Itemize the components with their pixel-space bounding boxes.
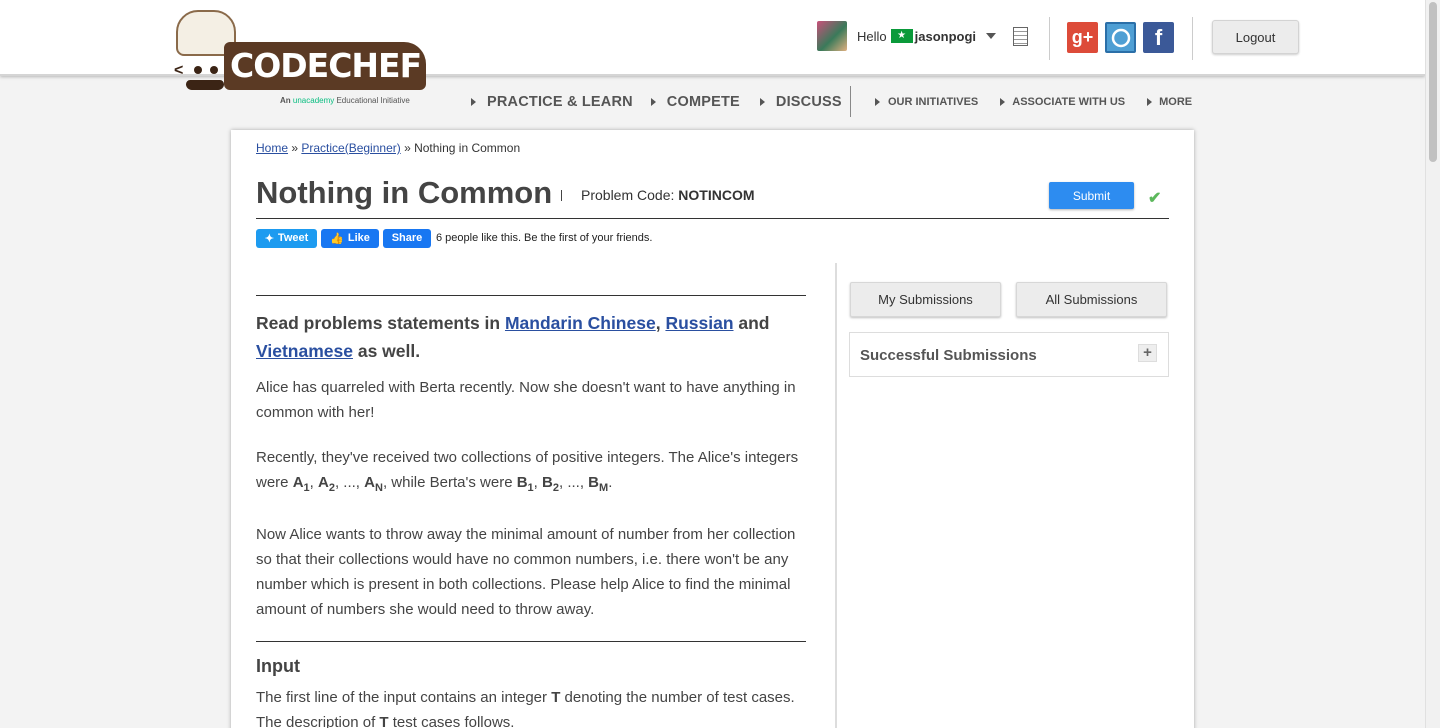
logo-wordmark: CODECHEF [224,42,426,90]
link-mandarin[interactable]: Mandarin Chinese [505,313,656,333]
input-paragraph: The first line of the input contains an … [256,689,795,728]
title-underline [256,218,1169,219]
nav-divider [850,86,851,117]
input-heading: Input [256,656,300,676]
notes-icon[interactable] [1013,27,1028,46]
nav-compete[interactable]: COMPETE [650,94,740,110]
breadcrumb-practice[interactable]: Practice(Beginner) [301,141,400,155]
caret-right-icon [759,98,765,106]
caret-right-icon [471,98,476,106]
caret-right-icon [1147,98,1153,106]
username[interactable]: jasonpogi [915,29,976,44]
statement-paragraph-1: Alice has quarreled with Berta recently.… [256,379,796,421]
user-menu[interactable]: Hello ★ jasonpogi [817,21,997,51]
page-title: Nothing in Common [256,175,553,210]
submit-button[interactable]: Submit [1049,182,1134,209]
logout-button[interactable]: Logout [1212,20,1299,54]
greeting-text: Hello [857,28,887,44]
problem-code: Problem Code: NOTINCOM [581,187,755,203]
breadcrumb-current: Nothing in Common [414,141,521,155]
successful-submissions-panel[interactable]: Successful Submissions + [849,332,1169,377]
my-submissions-button[interactable]: My Submissions [850,282,1001,317]
facebook-share-button[interactable]: Share [383,228,431,248]
problem-statement: Read problems statements in Mandarin Chi… [256,295,806,728]
caret-right-icon [650,98,656,106]
page-scrollbar[interactable] [1425,0,1440,728]
nav-more[interactable]: MORE [1147,96,1192,108]
facebook-icon[interactable]: f [1143,22,1174,53]
tweet-button[interactable]: ✦ Tweet [256,228,317,248]
problem-card: Home » Practice(Beginner) » Nothing in C… [231,130,1194,728]
title-divider [561,190,562,201]
top-header: < > CODECHEF An unacademy Educational In… [0,0,1425,105]
successful-submissions-label: Successful Submissions [860,347,1037,364]
thumbs-up-icon: 👍 [330,232,344,245]
breadcrumb: Home » Practice(Beginner) » Nothing in C… [256,141,521,155]
scrollbar-thumb[interactable] [1429,2,1437,162]
country-flag-icon: ★ [890,29,913,43]
statement-paragraph-2: Recently, they've received two collectio… [256,449,799,494]
link-russian[interactable]: Russian [665,313,733,333]
google-plus-icon[interactable]: g+ [1067,22,1098,53]
nav-associate-with-us[interactable]: ASSOCIATE WITH US [1000,96,1125,108]
section-divider [256,641,806,642]
expand-plus-icon[interactable]: + [1138,344,1157,362]
main-nav: PRACTICE & LEARN COMPETE DISCUSS [471,92,842,112]
facebook-like-button[interactable]: 👍 Like [321,228,379,248]
header-divider [1049,17,1050,60]
translations-note: Read problems statements in Mandarin Chi… [256,313,770,361]
nav-our-initiatives[interactable]: OUR INITIATIVES [875,96,978,108]
breadcrumb-home[interactable]: Home [256,141,288,155]
chevron-down-icon[interactable] [986,33,997,39]
header-divider [1192,17,1193,60]
section-divider [256,295,806,296]
all-submissions-button[interactable]: All Submissions [1016,282,1167,317]
nav-discuss[interactable]: DISCUSS [759,94,842,110]
link-vietnamese[interactable]: Vietnamese [256,341,353,361]
secondary-nav: OUR INITIATIVES ASSOCIATE WITH US MORE [875,92,1192,112]
statement-paragraph-3: Now Alice wants to throw away the minima… [256,526,796,618]
nav-practice-learn[interactable]: PRACTICE & LEARN [471,94,633,110]
check-icon: ✔ [1148,190,1162,207]
likes-count-text: 6 people like this. Be the first of your… [436,232,653,244]
logo-tagline: An unacademy Educational Initiative [280,96,410,105]
codechef-logo[interactable]: < > CODECHEF An unacademy Educational In… [172,10,432,110]
caret-right-icon [1000,98,1006,106]
avatar[interactable] [817,21,847,51]
twitter-icon: ✦ [264,232,274,245]
github-icon[interactable] [1105,22,1136,53]
social-share-row: ✦ Tweet 👍 Like Share 6 people like this. B… [256,228,652,248]
caret-right-icon [875,98,880,106]
column-divider [835,263,837,728]
